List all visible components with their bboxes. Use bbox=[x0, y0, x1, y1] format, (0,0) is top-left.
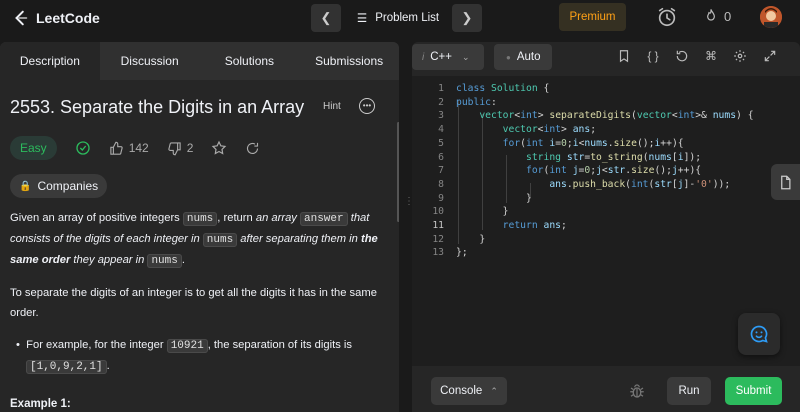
dislike-count: 2 bbox=[186, 141, 194, 155]
code-line: 10 } bbox=[432, 206, 509, 218]
description-paragraph-1: Given an array of positive integers nums… bbox=[10, 212, 378, 268]
language-select[interactable]: i C++ ⌄ bbox=[412, 44, 484, 70]
bookmark-icon[interactable] bbox=[616, 48, 632, 64]
command-icon[interactable]: ⌘ bbox=[703, 48, 719, 64]
top-navbar: LeetCode ❮ ☰ Problem List ❯ Premium 0 bbox=[0, 0, 800, 36]
prev-problem-button[interactable]: ❮ bbox=[311, 4, 341, 32]
description-panel: Description Discussion Solutions Submiss… bbox=[0, 42, 399, 412]
hint-button[interactable]: Hint bbox=[323, 101, 341, 112]
flame-icon bbox=[707, 9, 715, 21]
example-heading: Example 1: bbox=[10, 398, 71, 410]
chevron-right-icon: ❯ bbox=[461, 10, 473, 25]
logo-text: LeetCode bbox=[36, 10, 100, 26]
console-label: Console bbox=[440, 385, 483, 397]
difficulty-badge: Easy bbox=[10, 136, 57, 160]
chat-smile-icon bbox=[750, 325, 768, 343]
companies-button[interactable]: 🔒 Companies bbox=[10, 174, 108, 198]
code-line: 1 class Solution { bbox=[438, 83, 550, 94]
code-panel: i C++ ⌄ ● Auto { } ⌘ 1 class Solution { 2… bbox=[412, 42, 800, 412]
code-line: 6 string str=to_string(nums[i]); bbox=[438, 151, 702, 163]
lock-icon: 🔒 bbox=[19, 180, 32, 192]
premium-button[interactable]: Premium bbox=[559, 3, 626, 31]
like-button[interactable]: 142 bbox=[109, 141, 149, 156]
language-label: C++ bbox=[430, 51, 452, 63]
problem-list-label: Problem List bbox=[375, 12, 440, 24]
solved-check-icon bbox=[75, 140, 91, 156]
dislike-button[interactable]: 2 bbox=[167, 141, 194, 156]
description-scrollbar[interactable] bbox=[397, 122, 399, 222]
run-button[interactable]: Run bbox=[667, 377, 711, 405]
problem-meta-row: Easy 142 2 bbox=[10, 128, 389, 168]
streak-count: 0 bbox=[724, 8, 732, 24]
code-line-current: 11 return ans; bbox=[432, 220, 567, 231]
auto-mode-button[interactable]: ● Auto bbox=[494, 44, 552, 70]
code-line: 2 public: bbox=[438, 96, 497, 108]
like-count: 142 bbox=[128, 141, 149, 155]
notes-side-button[interactable] bbox=[771, 164, 800, 200]
code-line: 12 } bbox=[432, 233, 486, 245]
document-icon bbox=[781, 175, 791, 189]
code-line: 13}; bbox=[432, 247, 468, 259]
description-tabs: Description Discussion Solutions Submiss… bbox=[0, 42, 399, 80]
code-line: 9 } bbox=[438, 192, 532, 204]
code-line: 3 vector<int> separateDigits(vector<int>… bbox=[438, 110, 754, 122]
code-line: 8 ans.push_back(int(str[j]-'0')); bbox=[438, 178, 731, 190]
chevron-left-icon: ❮ bbox=[320, 10, 332, 25]
bug-icon[interactable] bbox=[628, 382, 646, 405]
problem-description: Given an array of positive integers nums… bbox=[10, 208, 389, 377]
description-paragraph-2: To separate the digits of an integer is … bbox=[10, 287, 377, 319]
chat-assistant-button[interactable] bbox=[738, 313, 780, 355]
tab-description[interactable]: Description bbox=[0, 42, 100, 80]
timer-icon[interactable] bbox=[656, 6, 678, 28]
code-line: 7 for(int j=0;j<str.size();j++){ bbox=[438, 165, 702, 177]
thumbs-down-icon bbox=[168, 141, 181, 155]
list-icon: ☰ bbox=[356, 13, 368, 25]
gear-icon[interactable] bbox=[732, 48, 748, 64]
problem-list-button[interactable]: ☰ Problem List bbox=[350, 4, 446, 32]
chevron-up-icon: ⌃ bbox=[490, 385, 498, 396]
code-line: 5 for(int i=0;i<nums.size();i++){ bbox=[438, 137, 684, 149]
tab-solutions[interactable]: Solutions bbox=[200, 42, 300, 80]
example-bullet: • For example, for the integer 10921, th… bbox=[16, 339, 352, 374]
console-toggle-button[interactable]: Console ⌃ bbox=[431, 377, 507, 405]
auto-label: Auto bbox=[516, 51, 541, 63]
dot-icon: ● bbox=[506, 52, 511, 62]
chevron-down-icon: ⌄ bbox=[461, 51, 470, 62]
leetcode-logo-icon bbox=[15, 10, 28, 26]
leetcode-logo[interactable]: LeetCode bbox=[12, 9, 100, 27]
code-icon: i bbox=[422, 51, 425, 63]
next-problem-button[interactable]: ❯ bbox=[452, 4, 482, 32]
share-icon[interactable] bbox=[245, 141, 260, 156]
tab-submissions[interactable]: Submissions bbox=[299, 42, 399, 80]
fullscreen-icon[interactable] bbox=[762, 48, 778, 64]
editor-footer: Console ⌃ Run Submit bbox=[412, 366, 800, 412]
thumbs-up-icon bbox=[110, 141, 123, 155]
more-options-icon[interactable]: ••• bbox=[359, 98, 375, 114]
tab-discussion[interactable]: Discussion bbox=[100, 42, 200, 80]
star-icon[interactable] bbox=[211, 140, 227, 156]
format-braces-icon[interactable]: { } bbox=[645, 48, 661, 64]
code-line: 4 vector<int> ans; bbox=[438, 124, 597, 136]
submit-button[interactable]: Submit bbox=[725, 377, 782, 405]
reset-icon[interactable] bbox=[674, 48, 690, 64]
page-title: 2553. Separate the Digits in an Array bbox=[10, 97, 305, 117]
streak-counter[interactable]: 0 bbox=[703, 8, 731, 24]
companies-label: Companies bbox=[37, 179, 99, 193]
avatar[interactable] bbox=[760, 6, 782, 28]
